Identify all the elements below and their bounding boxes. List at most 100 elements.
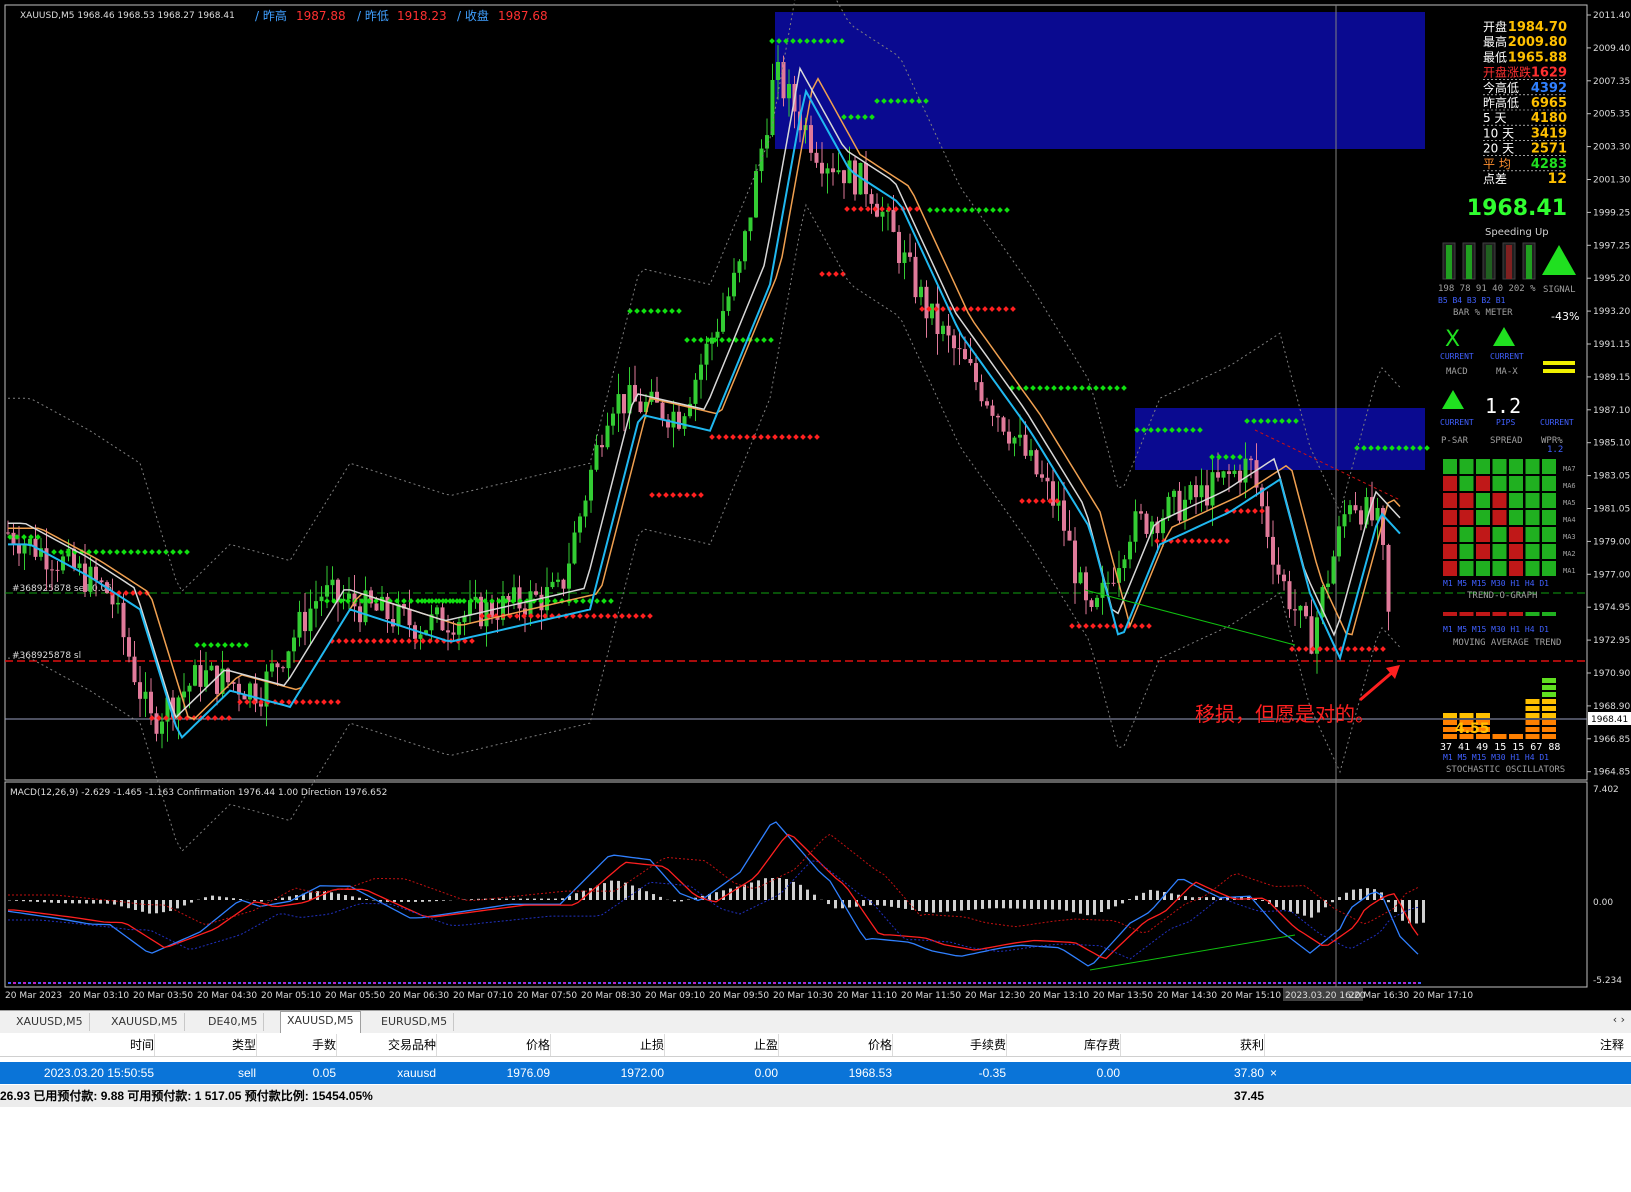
bar-meter-tf: B5 B4 B3 B2 B1 [1438, 296, 1506, 305]
candle-body [589, 469, 593, 501]
macd-baseline-mark [778, 982, 781, 984]
macd-baseline-mark [1123, 982, 1126, 984]
close-position-icon[interactable]: × [1270, 1062, 1277, 1084]
candle-body [187, 685, 192, 692]
macd-baseline-mark [893, 982, 896, 984]
candle-body [308, 608, 313, 632]
candle-body [1067, 530, 1072, 541]
macd-histogram-bar [862, 900, 865, 906]
macd-baseline-mark [233, 982, 236, 984]
macd-baseline-mark [173, 982, 176, 984]
stoch-bar-seg [1542, 734, 1556, 739]
macd-baseline-mark [1038, 982, 1041, 984]
time-tick-label: 20 Mar 2023 [5, 991, 62, 1001]
macd-baseline-mark [573, 982, 576, 984]
time-tick-label: 20 Mar 07:50 [517, 991, 577, 1001]
macd-baseline-mark [563, 982, 566, 984]
macd-baseline-mark [1393, 982, 1396, 984]
macd-baseline-mark [223, 982, 226, 984]
col-sl[interactable]: 止损 [554, 1034, 665, 1056]
macd-histogram-bar [211, 895, 214, 900]
bar-meter-fill [1466, 245, 1472, 279]
candle-body [1232, 470, 1237, 474]
macd-baseline-mark [258, 982, 261, 984]
macd-histogram-bar [1296, 900, 1299, 914]
macd-baseline-mark [673, 982, 676, 984]
macd-histogram-bar [1352, 889, 1355, 900]
price-tick-label: 1964.85 [1593, 768, 1630, 778]
col-symbol[interactable]: 交易品种 [340, 1034, 437, 1056]
col-current-price[interactable]: 价格 [782, 1034, 893, 1056]
candle-body [979, 382, 984, 402]
tab-xauusd-active[interactable]: XAUUSD,M5 [280, 1011, 361, 1033]
tab-de40[interactable]: DE40,M5 [202, 1013, 265, 1031]
macd-baseline-mark [1223, 982, 1226, 984]
macd-baseline-mark [458, 982, 461, 984]
col-volume[interactable]: 手数 [260, 1034, 337, 1056]
trend-grid-cell [1459, 561, 1474, 576]
macd-baseline-mark [1253, 982, 1256, 984]
macd-baseline-mark [408, 982, 411, 984]
macd-histogram-bar [673, 900, 676, 902]
col-comment[interactable]: 注释 [1268, 1034, 1624, 1056]
col-commission[interactable]: 手续费 [896, 1034, 1007, 1056]
macd-baseline-mark [343, 982, 346, 984]
macd-baseline-mark [398, 982, 401, 984]
time-tick-label: 20 Mar 08:30 [581, 991, 641, 1001]
macd-baseline-mark [463, 982, 466, 984]
macd-histogram-bar [1205, 897, 1208, 900]
table-row[interactable]: 2023.03.20 15:50:55 sell 0.05 xauusd 197… [0, 1062, 1631, 1084]
macd-histogram-bar [120, 900, 123, 907]
macd-baseline-mark [853, 982, 856, 984]
candle-body [1100, 582, 1105, 598]
candle-body [297, 611, 302, 638]
candle-body [704, 343, 709, 365]
macd-histogram-bar [897, 900, 900, 908]
info-row-label: 20 天 [1483, 142, 1514, 156]
macd-baseline-mark [553, 982, 556, 984]
tab-xauusd-2[interactable]: XAUUSD,M5 [105, 1013, 185, 1031]
tab-eurusd[interactable]: EURUSD,M5 [375, 1013, 455, 1031]
trend-grid-cell [1509, 493, 1523, 508]
candle-body [121, 602, 126, 638]
candle-body [484, 602, 489, 627]
macd-histogram-bar [442, 900, 445, 901]
col-time[interactable]: 时间 [0, 1034, 155, 1056]
macd-baseline-mark [288, 982, 291, 984]
trend-grid-cell [1459, 527, 1474, 542]
macd-histogram-bar [43, 900, 46, 903]
col-price[interactable]: 价格 [440, 1034, 551, 1056]
macd-baseline-mark [1233, 982, 1236, 984]
tab-scroll-arrows[interactable]: ‹ › [1613, 1013, 1625, 1026]
candle-body [594, 445, 599, 470]
col-tp[interactable]: 止盈 [668, 1034, 779, 1056]
macd-histogram-bar [1317, 900, 1320, 913]
macd-histogram-bar [785, 878, 788, 900]
macd-baseline-mark [1408, 982, 1411, 984]
macd-baseline-mark [383, 982, 386, 984]
macd-baseline-mark [433, 982, 436, 984]
tab-xauusd-1[interactable]: XAUUSD,M5 [10, 1013, 90, 1031]
macd-baseline-mark [33, 982, 36, 984]
macd-baseline-mark [1058, 982, 1061, 984]
macd-histogram-bar [554, 898, 557, 900]
candle-body [836, 170, 841, 173]
trend-grid-cell [1443, 476, 1457, 491]
trading-chart[interactable]: #368925878 sell 0.05 #368925878 sl XAUUS… [0, 0, 1631, 1010]
account-summary: 26.93 已用预付款: 9.88 可用预付款: 1 517.05 预付款比例:… [0, 1085, 1631, 1107]
col-swap[interactable]: 库存费 [1010, 1034, 1121, 1056]
trend-grid-cell [1459, 459, 1474, 474]
col-type[interactable]: 类型 [158, 1034, 257, 1056]
macd-baseline-mark [138, 982, 141, 984]
candle-body [77, 563, 82, 569]
candle-body [1216, 472, 1220, 478]
col-profit[interactable]: 获利 [1124, 1034, 1265, 1056]
macd-histogram-bar [1058, 900, 1061, 910]
candle-body [28, 538, 32, 545]
info-row-value: 1629 [1531, 66, 1567, 81]
price-tick-label: 1977.00 [1593, 570, 1630, 580]
close-label: / 收盘 [457, 8, 489, 23]
macd-baseline-mark [188, 982, 191, 984]
macd-baseline-mark [213, 982, 216, 984]
macd-baseline-mark [978, 982, 981, 984]
